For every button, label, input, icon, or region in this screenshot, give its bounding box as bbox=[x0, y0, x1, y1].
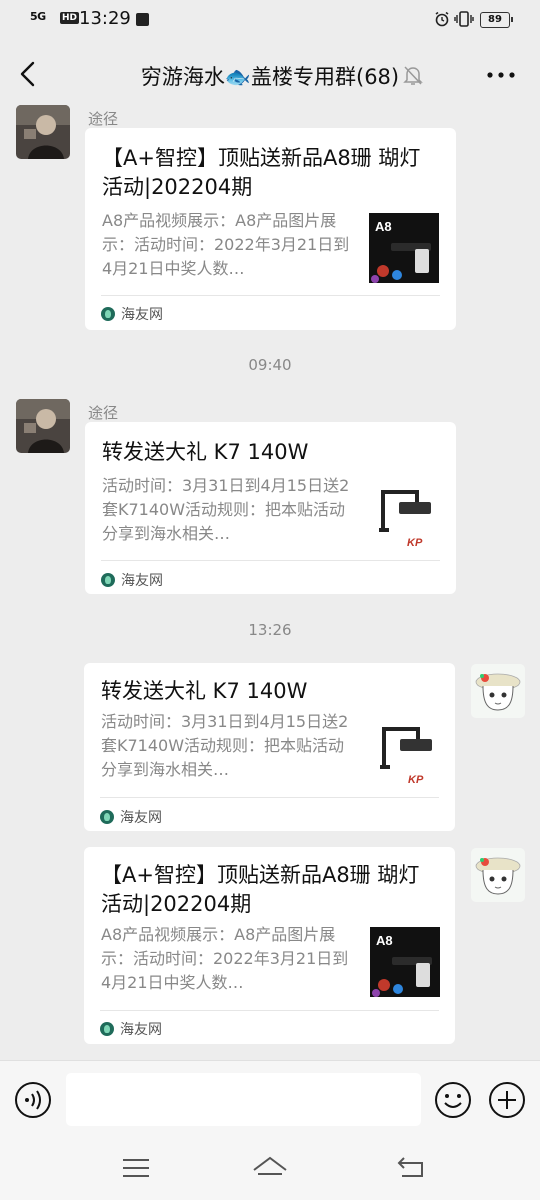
svg-text:A8: A8 bbox=[376, 933, 393, 948]
input-bar bbox=[0, 1060, 540, 1140]
hd-badge: HD bbox=[60, 12, 80, 24]
voice-icon[interactable] bbox=[14, 1081, 52, 1119]
signal-indicator: 5G bbox=[30, 10, 46, 23]
card-thumbnail: KP bbox=[369, 480, 439, 550]
my-avatar[interactable] bbox=[471, 848, 525, 902]
card-thumbnail: A8 bbox=[369, 213, 439, 283]
nav-back-icon[interactable] bbox=[396, 1154, 426, 1180]
cartoon-avatar-icon bbox=[471, 664, 525, 718]
svg-text:KP: KP bbox=[408, 774, 424, 786]
card-description: 活动时间：3月31日到4月15日送2套K7140W活动规则：把本贴活动分享到海水… bbox=[102, 476, 350, 543]
status-bar: 5G HD 13:29 89 bbox=[0, 0, 540, 42]
card-source: 海友网 bbox=[100, 1019, 162, 1039]
card-thumbnail: KP bbox=[370, 717, 440, 787]
link-card[interactable]: 转发送大礼 K7 140W 活动时间：3月31日到4月15日送2套K7140W活… bbox=[85, 422, 456, 594]
person-photo-icon bbox=[16, 105, 70, 159]
card-title: 转发送大礼 K7 140W bbox=[101, 679, 308, 703]
card-source-label: 海友网 bbox=[120, 1022, 162, 1038]
home-icon[interactable] bbox=[252, 1154, 288, 1182]
battery-indicator: 89 bbox=[480, 12, 513, 28]
card-description: 活动时间：3月31日到4月15日送2套K7140W活动规则：把本贴活动分享到海水… bbox=[101, 712, 349, 779]
message-timestamp: 09:40 bbox=[248, 356, 292, 374]
alarm-icon bbox=[435, 11, 449, 27]
chat-title: 穷游海水🐟盖楼专用群(68) bbox=[140, 65, 400, 89]
link-card[interactable]: 转发送大礼 K7 140W 活动时间：3月31日到4月15日送2套K7140W活… bbox=[84, 663, 455, 831]
mute-bell-icon bbox=[403, 66, 423, 85]
my-avatar[interactable] bbox=[471, 664, 525, 718]
card-title: 【A+智控】顶贴送新品A8珊 瑚灯活动|202204期 bbox=[101, 863, 420, 916]
more-icon[interactable] bbox=[486, 66, 516, 84]
sender-name: 途径 bbox=[88, 110, 119, 128]
avatar[interactable] bbox=[16, 105, 70, 159]
card-thumbnail: A8 bbox=[370, 927, 440, 997]
haiyou-logo-icon bbox=[101, 573, 115, 587]
person-photo-icon bbox=[16, 399, 70, 453]
vibrate-icon bbox=[454, 11, 474, 27]
card-divider bbox=[100, 1010, 439, 1011]
card-title: 【A+智控】顶贴送新品A8珊 瑚灯活动|202204期 bbox=[102, 146, 421, 199]
card-source-label: 海友网 bbox=[121, 307, 163, 323]
recent-apps-icon[interactable] bbox=[122, 1156, 150, 1180]
message-input[interactable] bbox=[66, 1073, 421, 1126]
notification-app-icon bbox=[136, 13, 149, 26]
haiyou-logo-icon bbox=[100, 1022, 114, 1036]
avatar[interactable] bbox=[16, 399, 70, 453]
card-source-label: 海友网 bbox=[120, 810, 162, 826]
haiyou-logo-icon bbox=[100, 810, 114, 824]
card-source: 海友网 bbox=[101, 304, 163, 324]
link-card[interactable]: 【A+智控】顶贴送新品A8珊 瑚灯活动|202204期 A8产品视频展示：A8产… bbox=[84, 847, 455, 1044]
card-description: A8产品视频展示：A8产品图片展示：活动时间：2022年3月21日到4月21日中… bbox=[102, 211, 350, 278]
sender-name: 途径 bbox=[88, 404, 119, 422]
haiyou-logo-icon bbox=[101, 307, 115, 321]
card-source-label: 海友网 bbox=[121, 573, 163, 589]
link-card[interactable]: 【A+智控】顶贴送新品A8珊 瑚灯活动|202204期 A8产品视频展示：A8产… bbox=[85, 128, 456, 330]
system-nav-bar bbox=[0, 1140, 540, 1200]
emoji-icon[interactable] bbox=[434, 1081, 472, 1119]
card-divider bbox=[101, 560, 440, 561]
plus-icon[interactable] bbox=[488, 1081, 526, 1119]
svg-text:A8: A8 bbox=[375, 219, 392, 234]
chat-header: 穷游海水🐟盖楼专用群(68) bbox=[0, 42, 540, 106]
card-title: 转发送大礼 K7 140W bbox=[102, 440, 309, 464]
card-divider bbox=[100, 797, 439, 798]
message-timestamp: 13:26 bbox=[248, 621, 292, 639]
svg-text:KP: KP bbox=[407, 537, 423, 549]
card-source: 海友网 bbox=[101, 570, 163, 590]
card-divider bbox=[101, 295, 440, 296]
card-source: 海友网 bbox=[100, 807, 162, 827]
cartoon-avatar-icon bbox=[471, 848, 525, 902]
status-time: 13:29 bbox=[79, 8, 131, 29]
card-description: A8产品视频展示：A8产品图片展示：活动时间：2022年3月21日到4月21日中… bbox=[101, 925, 349, 992]
